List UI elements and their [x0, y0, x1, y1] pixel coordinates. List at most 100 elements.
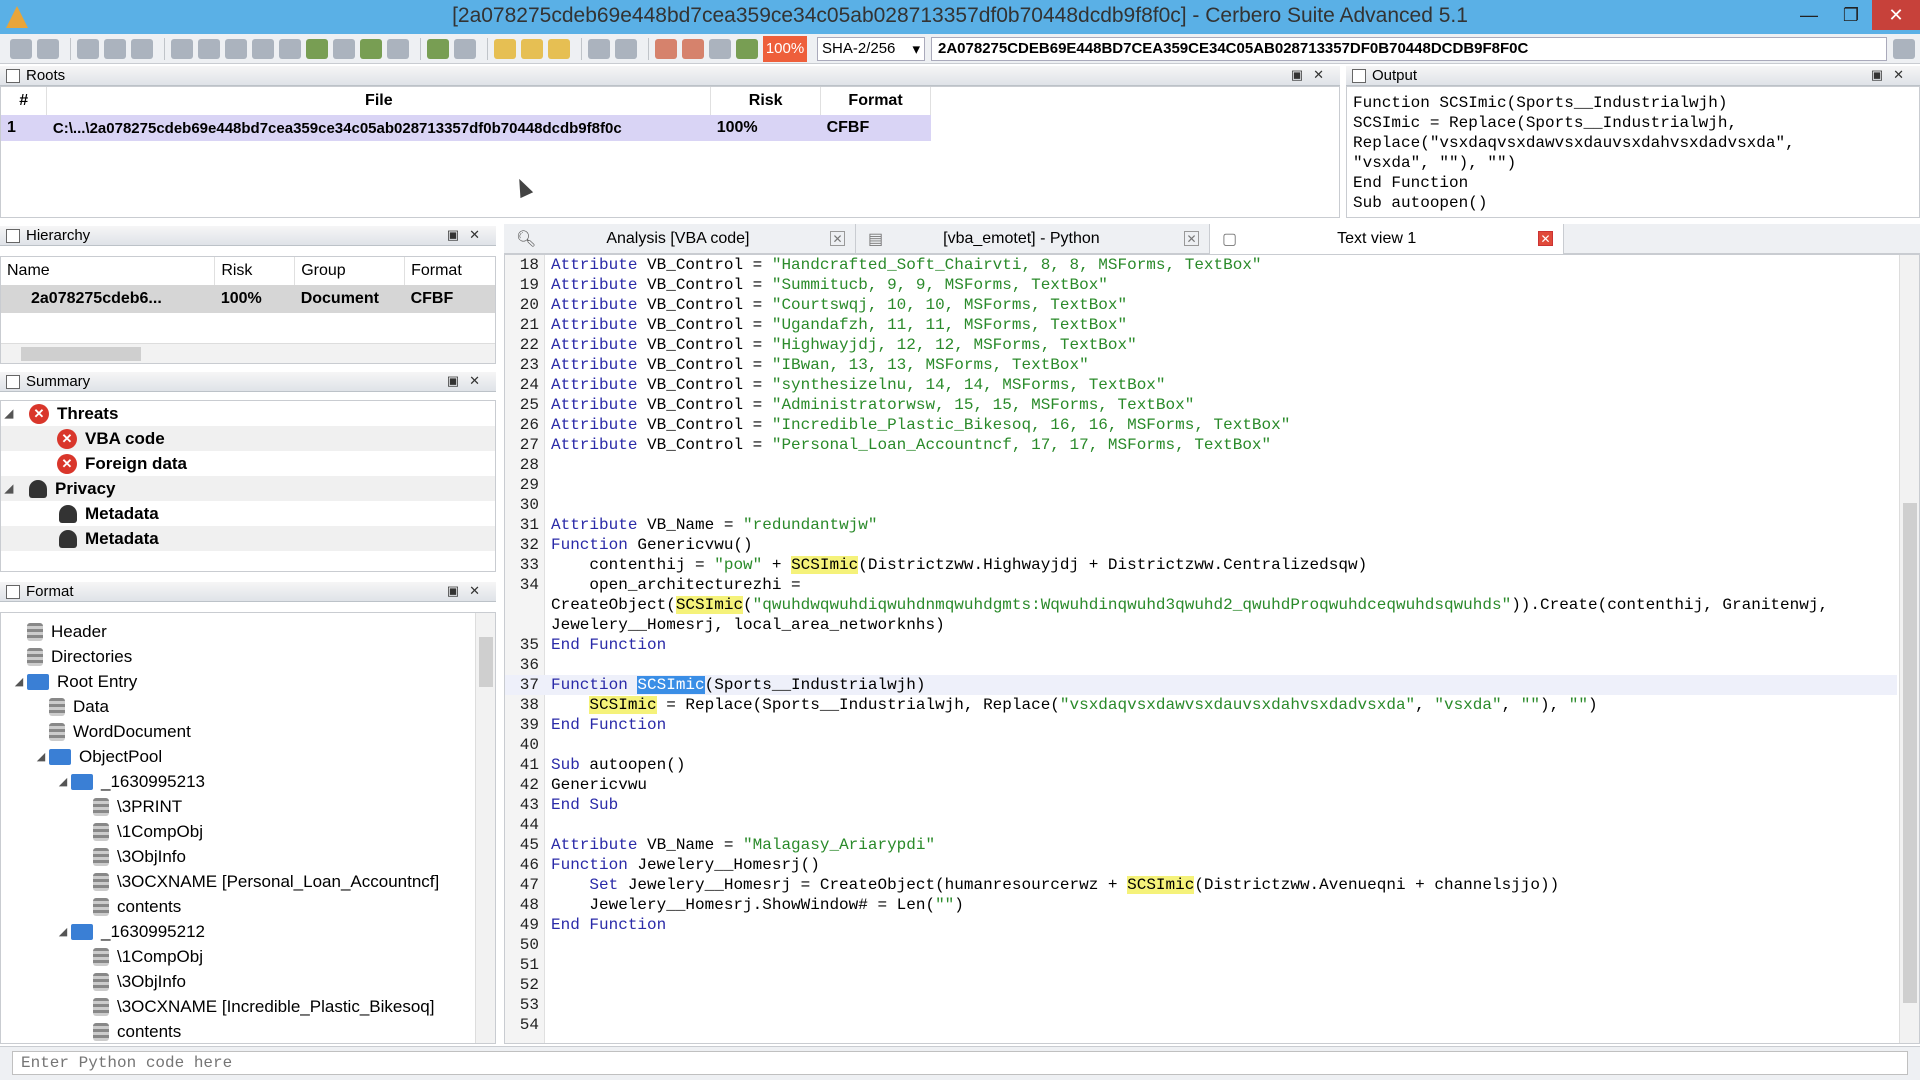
star-add-icon[interactable]	[548, 38, 570, 59]
panel-controls[interactable]: ▣✕	[447, 227, 490, 243]
code-line[interactable]: 22 Attribute VB_Control = "Highwayjdj, 12…	[505, 335, 1897, 355]
hash-algorithm-select[interactable]: SHA-2/256 ▾	[817, 36, 925, 61]
col-header-format[interactable]: Format	[820, 87, 931, 115]
format-tree-item[interactable]: ◢ _1630995212	[1, 919, 495, 944]
col-header-group[interactable]: Group	[294, 257, 406, 285]
view-icon[interactable]	[225, 38, 247, 59]
format-tree-item[interactable]: \3OCXNAME [Personal_Loan_Accountncf]	[1, 869, 495, 894]
tools-icon[interactable]	[588, 38, 610, 59]
frame-icon[interactable]	[252, 38, 274, 59]
code-line[interactable]: 25 Attribute VB_Control = "Administratorw…	[505, 395, 1897, 415]
collapse-icon[interactable]: ◢	[33, 750, 49, 763]
code-editor[interactable]: 18 Attribute VB_Control = "Handcrafted_So…	[504, 254, 1920, 1044]
output-console[interactable]: Function SCSImic(Sports__Industrialwjh) …	[1346, 86, 1920, 218]
format-tree-item[interactable]: \3ObjInfo	[1, 844, 495, 869]
collapse-icon[interactable]: ◢	[55, 775, 71, 788]
copy-icon[interactable]	[104, 38, 126, 59]
code-line[interactable]: 33 contenthij = "pow" + SCSImic(District…	[505, 555, 1897, 575]
tab-close-icon[interactable]: ✕	[1538, 231, 1553, 246]
zoom-in-icon[interactable]	[387, 38, 409, 59]
layout-icon[interactable]	[198, 38, 220, 59]
format-tree-item[interactable]: WordDocument	[1, 719, 495, 744]
code-line[interactable]: 37 Function SCSImic(Sports__Industrialwjh…	[505, 675, 1897, 695]
code-line[interactable]: 39 End Function	[505, 715, 1897, 735]
code-line[interactable]: 26 Attribute VB_Control = "Incredible_Pla…	[505, 415, 1897, 435]
col-header-number[interactable]: #	[1, 87, 48, 115]
close-button[interactable]: ✕	[1872, 0, 1920, 30]
format-tree-item[interactable]: contents	[1, 1019, 495, 1043]
format-tree-item[interactable]: Data	[1, 694, 495, 719]
code-line[interactable]: 40	[505, 735, 1897, 755]
report-icon[interactable]	[655, 38, 677, 59]
upload-icon[interactable]	[360, 38, 382, 59]
tab-close-icon[interactable]: ✕	[830, 231, 845, 246]
hash-value-field[interactable]: 2A078275CDEB69E448BD7CEA359CE34C05AB0287…	[931, 36, 1887, 61]
panel-controls[interactable]: ▣✕	[447, 583, 490, 599]
collapse-icon[interactable]: ◢	[55, 925, 71, 938]
summary-item-vba-code[interactable]: ✕ VBA code	[1, 426, 495, 451]
hash-icon[interactable]	[709, 38, 731, 59]
col-header-risk[interactable]: Risk	[214, 257, 296, 285]
report-alt-icon[interactable]	[682, 38, 704, 59]
summary-item-privacy[interactable]: ◢ Privacy	[1, 476, 495, 501]
table-row[interactable]: 2a078275cdeb6... 100% Document CFBF	[1, 285, 495, 313]
zoom-out-icon[interactable]	[333, 38, 355, 59]
format-tree-item[interactable]: contents	[1, 894, 495, 919]
code-line[interactable]: 48 Jewelery__Homesrj.ShowWindow# = Len("…	[505, 895, 1897, 915]
forward-arrow-icon[interactable]	[454, 38, 476, 59]
open-icon[interactable]	[37, 38, 59, 59]
format-tree-item[interactable]: \1CompObj	[1, 819, 495, 844]
collapse-icon[interactable]: ◢	[1, 407, 17, 420]
code-line[interactable]: 24 Attribute VB_Control = "synthesizelnu,…	[505, 375, 1897, 395]
code-line[interactable]: 18 Attribute VB_Control = "Handcrafted_So…	[505, 255, 1897, 275]
format-tree-item[interactable]: Directories	[1, 644, 495, 669]
settings-icon[interactable]	[77, 38, 99, 59]
format-tree-item[interactable]: \3OCXNAME [Incredible_Plastic_Bikesoq]	[1, 994, 495, 1019]
code-line[interactable]: 21 Attribute VB_Control = "Ugandafzh, 11,…	[505, 315, 1897, 335]
col-header-format[interactable]: Format	[404, 257, 495, 285]
window-icon[interactable]	[171, 38, 193, 59]
star-filled-icon[interactable]	[521, 38, 543, 59]
format-tree-item[interactable]: \1CompObj	[1, 944, 495, 969]
minimize-button[interactable]: —	[1788, 0, 1830, 30]
format-tree-item[interactable]: \3ObjInfo	[1, 969, 495, 994]
summary-item-metadata[interactable]: Metadata	[1, 526, 495, 551]
horizontal-scrollbar[interactable]	[1, 343, 495, 363]
vertical-scrollbar[interactable]	[475, 613, 495, 1043]
tab-text-view[interactable]: ▢ Text view 1 ✕	[1210, 224, 1564, 254]
col-header-file[interactable]: File	[46, 87, 712, 115]
col-header-risk[interactable]: Risk	[710, 87, 822, 115]
panel-controls[interactable]: ▣✕	[1871, 67, 1914, 83]
summary-item-metadata[interactable]: Metadata	[1, 501, 495, 526]
copy-hash-icon[interactable]	[1893, 38, 1915, 59]
code-line[interactable]: 54	[505, 1015, 1897, 1035]
code-line[interactable]: 44	[505, 815, 1897, 835]
format-tree-item[interactable]: \3PRINT	[1, 794, 495, 819]
panel-controls[interactable]: ▣✕	[1291, 67, 1334, 83]
format-tree-item[interactable]: ◢ _1630995213	[1, 769, 495, 794]
code-line[interactable]: 51	[505, 955, 1897, 975]
tab-close-icon[interactable]: ✕	[1184, 231, 1199, 246]
code-line[interactable]: 28	[505, 455, 1897, 475]
maximize-button[interactable]: ❐	[1830, 0, 1872, 30]
summary-item-threats[interactable]: ◢ ✕ Threats	[1, 401, 495, 426]
edit-icon[interactable]	[615, 38, 637, 59]
collapse-icon[interactable]: ◢	[1, 482, 17, 495]
format-tree-item[interactable]: ◢ ObjectPool	[1, 744, 495, 769]
code-line[interactable]: 31 Attribute VB_Name = "redundantwjw"	[505, 515, 1897, 535]
refresh-icon[interactable]	[736, 38, 758, 59]
format-tree-item[interactable]: ◢ Root Entry	[1, 669, 495, 694]
summary-item-foreign-data[interactable]: ✕ Foreign data	[1, 451, 495, 476]
code-line[interactable]: 43 End Sub	[505, 795, 1897, 815]
code-line[interactable]: 23 Attribute VB_Control = "IBwan, 13, 13,…	[505, 355, 1897, 375]
code-line[interactable]: 42 Genericvwu	[505, 775, 1897, 795]
code-line[interactable]: 19 Attribute VB_Control = "Summitucb, 9, …	[505, 275, 1897, 295]
paste-icon[interactable]	[131, 38, 153, 59]
code-line[interactable]: 52	[505, 975, 1897, 995]
code-line[interactable]: 30	[505, 495, 1897, 515]
code-line[interactable]: 41 Sub autoopen()	[505, 755, 1897, 775]
collapse-icon[interactable]: ◢	[11, 675, 27, 688]
back-arrow-icon[interactable]	[427, 38, 449, 59]
code-line[interactable]: 32 Function Genericvwu()	[505, 535, 1897, 555]
code-line[interactable]: 29	[505, 475, 1897, 495]
